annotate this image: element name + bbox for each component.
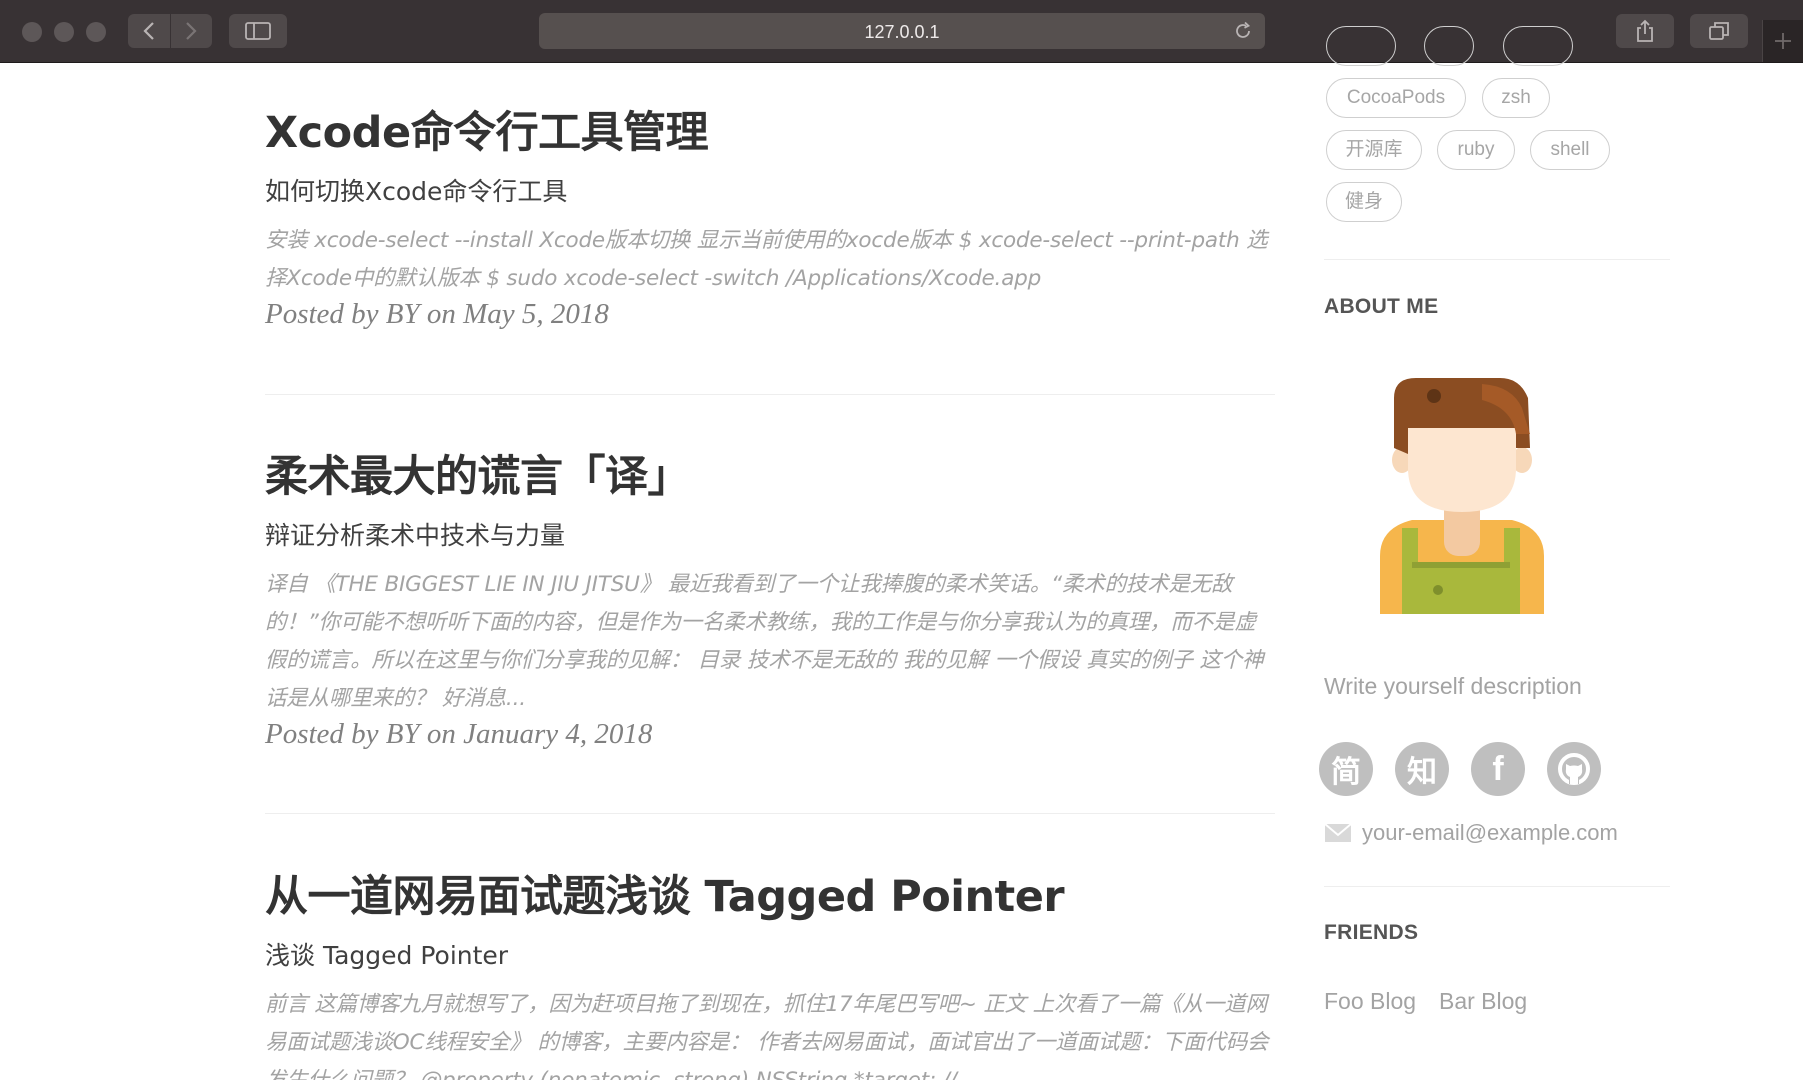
facebook-icon: f (1492, 749, 1504, 788)
close-window-button[interactable] (22, 22, 42, 42)
reload-icon[interactable] (1233, 21, 1253, 41)
post-divider (265, 394, 1275, 395)
post-meta: Posted by BY on January 4, 2018 (265, 718, 653, 750)
chevron-right-icon (186, 22, 197, 40)
post-subtitle[interactable]: 浅谈 Tagged Pointer (265, 936, 1275, 972)
post-title[interactable]: 柔术最大的谎言「译」 (265, 442, 1275, 504)
post-preview[interactable]: Xcode命令行工具管理 如何切换Xcode命令行工具 安装 xcode-sel… (265, 98, 1275, 331)
tag-fitness[interactable]: 健身 (1326, 182, 1402, 222)
url-text: 127.0.0.1 (864, 22, 940, 42)
envelope-icon (1324, 823, 1352, 842)
zoom-window-button[interactable] (86, 22, 106, 42)
sidebar-toggle-button[interactable] (229, 14, 287, 48)
friend-link-bar-blog[interactable]: Bar Blog (1439, 988, 1527, 1015)
minimize-window-button[interactable] (54, 22, 74, 42)
tag-shell[interactable]: shell (1530, 130, 1610, 170)
forward-button[interactable] (170, 14, 212, 48)
share-button[interactable] (1616, 14, 1674, 48)
github-link[interactable] (1547, 742, 1601, 796)
share-icon (1637, 19, 1653, 42)
tag-clipped[interactable] (1503, 26, 1573, 66)
jianshu-icon: 简 (1331, 755, 1361, 790)
post-subtitle[interactable]: 辩证分析柔术中技术与力量 (265, 516, 1275, 552)
post-preview[interactable]: 柔术最大的谎言「译」 辩证分析柔术中技术与力量 译自 《THE BIGGEST … (265, 442, 1275, 751)
back-button[interactable] (128, 14, 171, 48)
friend-link-foo-blog[interactable]: Foo Blog (1324, 988, 1416, 1015)
tag-clipped[interactable] (1326, 26, 1396, 66)
post-subtitle[interactable]: 如何切换Xcode命令行工具 (265, 172, 1275, 208)
tag-open-source-libs[interactable]: 开源库 (1326, 130, 1422, 170)
email-link[interactable]: your-email@example.com (1324, 820, 1618, 846)
tab-overview-button[interactable] (1690, 14, 1748, 48)
tag-zsh[interactable]: zsh (1482, 78, 1550, 118)
zhihu-icon: 知 (1407, 755, 1437, 790)
post-excerpt[interactable]: 前言 这篇博客九月就想写了，因为赶项目拖了到现在，抓住17年尾巴写吧~ 正文 上… (265, 986, 1275, 1080)
post-title[interactable]: Xcode命令行工具管理 (265, 98, 1275, 160)
sidebar-divider (1324, 886, 1670, 887)
address-bar[interactable]: 127.0.0.1 (539, 13, 1265, 49)
tag-clipped[interactable] (1424, 26, 1474, 66)
zhihu-link[interactable]: 知 (1395, 742, 1449, 796)
email-address: your-email@example.com (1362, 820, 1618, 845)
new-tab-button[interactable] (1762, 20, 1803, 62)
post-divider (265, 813, 1275, 814)
post-preview[interactable]: 从一道网易面试题浅谈 Tagged Pointer 浅谈 Tagged Poin… (265, 862, 1275, 1080)
tag-ruby[interactable]: ruby (1437, 130, 1515, 170)
friends-heading: FRIENDS (1324, 921, 1419, 944)
tag-cocoapods[interactable]: CocoaPods (1326, 78, 1466, 118)
post-title[interactable]: 从一道网易面试题浅谈 Tagged Pointer (265, 862, 1275, 924)
sidebar-icon (245, 22, 271, 40)
plus-icon (1775, 33, 1791, 49)
tabs-icon (1709, 22, 1729, 40)
jianshu-link[interactable]: 简 (1319, 742, 1373, 796)
history-nav (128, 14, 212, 48)
github-icon (1558, 753, 1590, 785)
post-excerpt[interactable]: 译自 《THE BIGGEST LIE IN JIU JITSU》 最近我看到了… (265, 566, 1275, 718)
chevron-left-icon (143, 22, 154, 40)
post-excerpt[interactable]: 安装 xcode-select --install Xcode版本切换 显示当前… (265, 222, 1275, 298)
about-me-heading: ABOUT ME (1324, 295, 1439, 318)
about-description: Write yourself description (1324, 673, 1582, 699)
facebook-link[interactable]: f (1471, 742, 1525, 796)
post-meta: Posted by BY on May 5, 2018 (265, 298, 609, 330)
avatar (1380, 378, 1544, 614)
sidebar-divider (1324, 259, 1670, 260)
